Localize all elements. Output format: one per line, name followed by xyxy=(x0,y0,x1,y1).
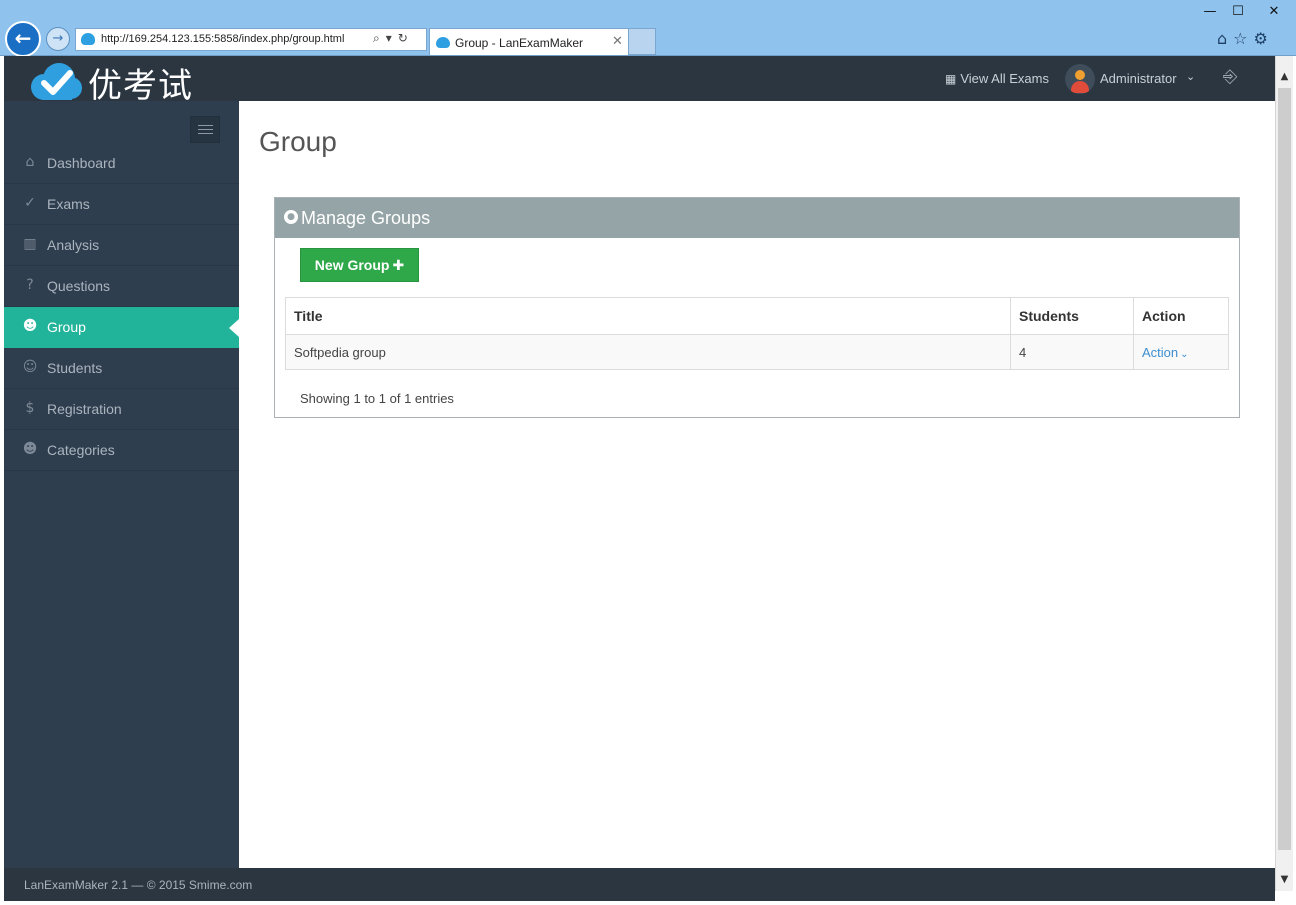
user-icon: ☺ xyxy=(22,359,38,375)
column-header-title[interactable]: Title xyxy=(285,297,1011,335)
manage-groups-panel: ● Manage Groups New Group ✚ Title Student… xyxy=(274,197,1240,418)
cell-action: Action ⌄ xyxy=(1133,334,1229,370)
panel-header: ● Manage Groups xyxy=(275,198,1239,238)
tab-favicon-icon xyxy=(436,37,450,48)
avatar[interactable] xyxy=(1065,64,1095,94)
browser-tab[interactable]: Group - LanExamMaker ✕ xyxy=(429,28,629,55)
view-all-exams-link[interactable]: ▦ View All Exams xyxy=(945,71,1049,86)
groups-table: Title Students Action Softpedia group 4 … xyxy=(285,297,1229,370)
address-tools: ⌕▾↻ xyxy=(373,31,414,46)
browser-chrome: — ☐ ✕ ← → http://169.254.123.155:5858/in… xyxy=(0,0,1296,57)
sidebar-item-label: Categories xyxy=(47,442,115,458)
user-name[interactable]: Administrator xyxy=(1100,71,1177,86)
sidebar-item-label: Registration xyxy=(47,401,122,417)
close-window-button[interactable]: ✕ xyxy=(1256,2,1292,22)
column-header-students[interactable]: Students xyxy=(1010,297,1134,335)
back-arrow-icon[interactable]: ← xyxy=(5,21,41,57)
chevron-down-icon: ⌄ xyxy=(1180,348,1189,360)
table-header-row: Title Students Action xyxy=(285,297,1229,335)
logout-icon[interactable]: ⎆ xyxy=(1223,66,1237,87)
sidebar-item-label: Questions xyxy=(47,278,111,294)
dollar-icon: $ xyxy=(25,400,35,416)
browser-toolbar-icons: ⌂☆⚙ xyxy=(1217,29,1274,48)
tab-title: Group - LanExamMaker xyxy=(455,36,584,50)
dropdown-icon[interactable]: ▾ xyxy=(386,31,398,45)
forward-arrow-icon[interactable]: → xyxy=(46,27,70,51)
refresh-icon[interactable]: ↻ xyxy=(398,31,414,45)
maximize-window-button[interactable]: ☐ xyxy=(1224,2,1252,22)
favorites-star-icon[interactable]: ☆ xyxy=(1233,29,1253,48)
sidebar-item-questions[interactable]: ? Questions xyxy=(4,266,239,307)
action-label: Action xyxy=(1142,344,1179,360)
site-favicon-icon xyxy=(81,33,95,45)
scroll-down-icon[interactable]: ▼ xyxy=(1276,871,1293,888)
new-group-label: New Group xyxy=(314,257,390,273)
sidebar-item-registration[interactable]: $ Registration xyxy=(4,389,239,430)
sidebar-item-exams[interactable]: ✓ Exams xyxy=(4,184,239,225)
tab-close-icon[interactable]: ✕ xyxy=(612,34,623,49)
check-circle-icon: ✓ xyxy=(24,195,36,211)
sidebar-item-students[interactable]: ☺ Students xyxy=(4,348,239,389)
new-tab-button[interactable] xyxy=(629,28,656,55)
sidebar-item-label: Students xyxy=(47,360,103,376)
users-icon: ☻ xyxy=(22,441,38,457)
bar-chart-icon: ▥ xyxy=(23,236,37,252)
globe-icon: ● xyxy=(284,210,298,224)
home-icon: ⌂ xyxy=(25,154,35,170)
minimize-window-button[interactable]: — xyxy=(1196,2,1224,22)
sidebar-item-dashboard[interactable]: ⌂ Dashboard xyxy=(4,143,239,184)
sidebar-item-label: Group xyxy=(47,319,86,335)
sidebar-item-categories[interactable]: ☻ Categories xyxy=(4,430,239,471)
sidebar-toggle-button[interactable] xyxy=(190,116,220,143)
new-group-button[interactable]: New Group ✚ xyxy=(300,248,419,282)
settings-gear-icon[interactable]: ⚙ xyxy=(1254,29,1274,48)
footer-text: LanExamMaker 2.1 — © 2015 Smime.com xyxy=(24,878,253,892)
logo-text[interactable]: 优考试 xyxy=(88,58,193,107)
footer: LanExamMaker 2.1 — © 2015 Smime.com xyxy=(4,868,1275,901)
scrollbar-thumb[interactable] xyxy=(1278,88,1291,850)
action-dropdown-link[interactable]: Action ⌄ xyxy=(1142,345,1189,360)
users-icon: ☻ xyxy=(22,318,38,334)
question-circle-icon: ? xyxy=(26,277,34,293)
sidebar-item-group[interactable]: ☻ Group xyxy=(4,307,239,348)
address-url[interactable]: http://169.254.123.155:5858/index.php/gr… xyxy=(101,33,344,45)
calendar-icon: ▦ xyxy=(945,72,957,86)
view-all-exams-label: View All Exams xyxy=(960,71,1049,86)
vertical-scrollbar[interactable]: ▲ ▼ xyxy=(1275,56,1293,891)
page-title: Group xyxy=(259,126,337,157)
cell-title: Softpedia group xyxy=(285,334,1011,370)
app-header: 优考试 ▦ View All Exams Administrator ⌄ ⎆ xyxy=(4,56,1275,106)
home-icon[interactable]: ⌂ xyxy=(1217,29,1233,48)
column-header-action[interactable]: Action xyxy=(1133,297,1229,335)
logo-cloud-icon[interactable] xyxy=(26,61,84,101)
cell-students: 4 xyxy=(1010,334,1134,370)
table-info: Showing 1 to 1 of 1 entries xyxy=(300,391,454,406)
address-bar[interactable]: http://169.254.123.155:5858/index.php/gr… xyxy=(75,28,427,51)
sidebar-item-label: Dashboard xyxy=(47,155,116,171)
panel-title: Manage Groups xyxy=(301,208,431,228)
chevron-down-icon[interactable]: ⌄ xyxy=(1186,70,1195,83)
table-row: Softpedia group 4 Action ⌄ xyxy=(285,334,1229,370)
plus-icon: ✚ xyxy=(392,258,405,274)
scroll-up-icon[interactable]: ▲ xyxy=(1276,68,1293,85)
sidebar: ⌂ Dashboard ✓ Exams ▥ Analysis ? Questio… xyxy=(4,101,239,868)
sidebar-item-label: Analysis xyxy=(47,237,100,253)
sidebar-item-analysis[interactable]: ▥ Analysis xyxy=(4,225,239,266)
sidebar-item-label: Exams xyxy=(47,196,90,212)
search-icon[interactable]: ⌕ xyxy=(373,31,386,45)
